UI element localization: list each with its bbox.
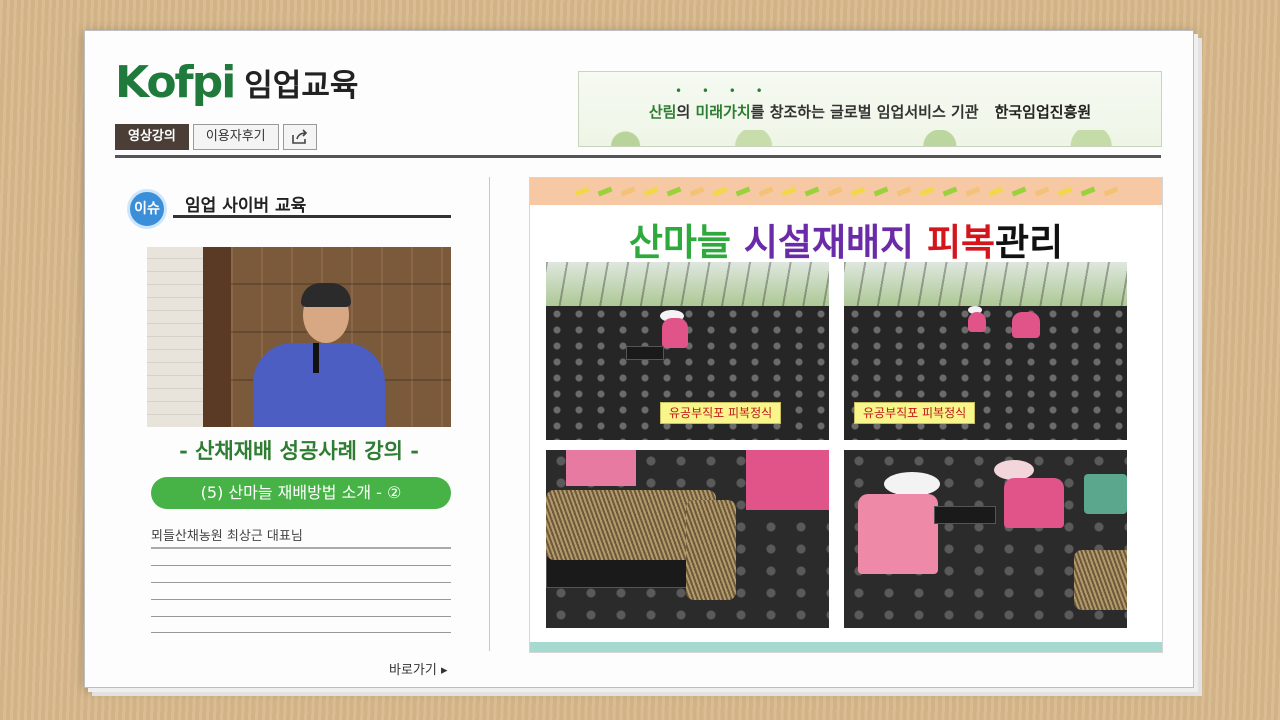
photo-roots-closeup [546, 450, 829, 628]
photo-field-2: 유공부직포 피복정식 [844, 262, 1127, 440]
banner-dots-decoration: • • • • [675, 84, 771, 98]
decor-tick [850, 186, 865, 197]
worker [968, 312, 986, 332]
decor-tick [666, 186, 681, 197]
banner-slogan: 산림의 미래가치를 창조하는 글로벌 임업서비스 기관 [648, 102, 979, 121]
banner-org-name: 한국임업진흥원 [994, 102, 1092, 121]
share-icon [291, 129, 307, 144]
decor-tick [1034, 186, 1049, 197]
worker-hat [884, 472, 940, 496]
issue-badge: 이슈 [127, 189, 167, 229]
decor-tick [919, 186, 934, 197]
header-banner[interactable]: • • • • 산림의 미래가치를 창조하는 글로벌 임업서비스 기관 한국임업… [578, 71, 1162, 147]
note-line [151, 582, 451, 583]
slide-top-border [530, 178, 1162, 205]
decor-tick [597, 186, 612, 197]
seedling-tray [626, 346, 664, 360]
decor-tick [827, 186, 842, 197]
worker-arm [566, 450, 636, 486]
note-line [151, 616, 451, 617]
decor-tick [574, 186, 589, 197]
worker [858, 494, 938, 574]
decor-tick [1011, 186, 1026, 197]
decor-tick [781, 186, 796, 197]
photo-caption-1: 유공부직포 피복정식 [660, 402, 782, 424]
decor-tick [689, 186, 704, 197]
share-button[interactable] [282, 124, 317, 150]
column-divider [489, 177, 490, 651]
header-divider [115, 155, 1161, 158]
decor-tick [942, 186, 957, 197]
wheelbarrow [1084, 474, 1127, 514]
note-line [151, 599, 451, 600]
slide-title: 산마늘 시설재배지 피복관리 [530, 212, 1162, 266]
banner-trees-decoration [579, 130, 1161, 146]
decor-tick [896, 186, 911, 197]
worker [1004, 478, 1064, 528]
decor-tick [965, 186, 980, 197]
decor-tick [873, 186, 888, 197]
worker-hat [994, 460, 1034, 480]
tab-bar: 영상강의 이용자후기 [115, 124, 317, 150]
worker [1012, 312, 1040, 338]
speaker-hair [301, 283, 351, 307]
photo-field-1: 유공부직포 피복정식 [546, 262, 829, 440]
presenter-name: 뫼들산채농원 최상근 대표님 [151, 529, 303, 544]
lecture-episode[interactable]: (5) 산마늘 재배방법 소개 - ② [151, 477, 451, 509]
garlic-roots [1074, 550, 1127, 610]
tab-video-lecture[interactable]: 영상강의 [115, 124, 189, 150]
speaker-body [253, 343, 385, 427]
garlic-roots [686, 500, 736, 600]
issue-title: 임업 사이버 교육 [185, 196, 307, 216]
slide-title-part: 관리 [995, 221, 1064, 264]
microphone [313, 343, 319, 373]
lecture-title: - 산채재배 성공사례 강의 - [179, 438, 419, 463]
worker [662, 318, 688, 348]
photo-caption-2: 유공부직포 피복정식 [854, 402, 976, 424]
note-line [151, 632, 451, 633]
slide-title-part: 피복 [926, 221, 996, 264]
video-wall [147, 247, 203, 427]
issue-underline [173, 215, 451, 218]
decor-tick [1057, 186, 1072, 197]
logo-mark: Kofpi [115, 56, 236, 108]
decor-tick [804, 186, 819, 197]
logo-text: 임업교육 [244, 67, 359, 104]
slide-title-part: 산마늘 [628, 221, 744, 264]
decor-tick [620, 186, 635, 197]
slide-bottom-border [530, 642, 1162, 652]
decor-tick [1080, 186, 1095, 197]
slide-title-part: 시설재배지 [743, 221, 927, 264]
seedling-tray [934, 506, 996, 524]
decor-tick [988, 186, 1003, 197]
kofpi-logo[interactable]: Kofpi 임업교육 [115, 53, 358, 111]
photo-planting [844, 450, 1127, 628]
tab-user-reviews[interactable]: 이용자후기 [192, 124, 279, 150]
note-line [151, 565, 451, 566]
goto-link[interactable]: 바로가기 ▸ [389, 659, 448, 678]
worker-arm [746, 450, 829, 510]
decor-tick [735, 186, 750, 197]
decor-tick [1103, 186, 1118, 197]
content-page: Kofpi 임업교육 • • • • 산림의 미래가치를 창조하는 글로벌 임업… [84, 30, 1194, 688]
decor-tick [758, 186, 773, 197]
note-line [151, 547, 451, 549]
lecture-video[interactable] [147, 247, 451, 427]
decor-tick [712, 186, 727, 197]
lecture-slide: 산마늘 시설재배지 피복관리 유공부직포 피복정식 유공부직포 피복정식 [529, 177, 1163, 653]
decor-tick [643, 186, 658, 197]
